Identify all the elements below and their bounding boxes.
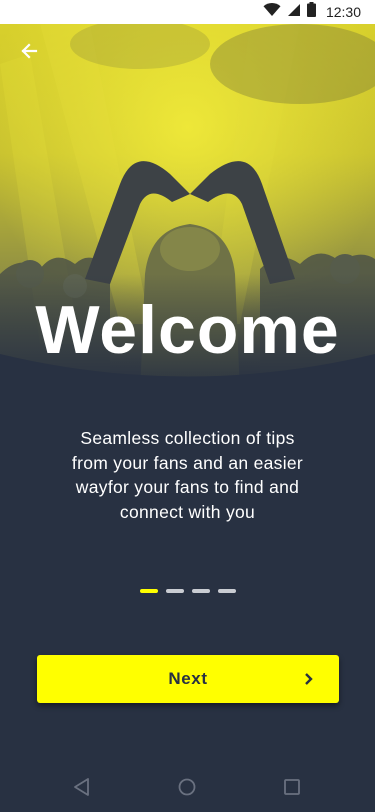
status-time: 12:30 xyxy=(325,4,361,20)
back-button[interactable] xyxy=(16,38,42,64)
page-dot[interactable] xyxy=(192,589,210,593)
back-triangle-icon[interactable] xyxy=(71,776,93,798)
chevron-right-icon xyxy=(305,673,313,685)
cellular-signal-icon xyxy=(287,3,301,22)
page-dot-active[interactable] xyxy=(140,589,158,593)
page-dot[interactable] xyxy=(166,589,184,593)
status-icons: 12:30 xyxy=(263,0,361,24)
wifi-icon xyxy=(263,2,281,22)
next-button-label: Next xyxy=(168,669,208,688)
status-bar: 12:30 xyxy=(0,0,375,24)
page-indicator xyxy=(140,589,236,593)
description-line: wayfor your fans to find and xyxy=(75,477,300,497)
recents-square-icon[interactable] xyxy=(281,776,303,798)
battery-icon xyxy=(306,2,316,22)
app-screen: 12:30 Welcome Seamless collection of tip… xyxy=(0,0,375,812)
next-button[interactable]: Next xyxy=(37,655,339,703)
navigation-bar xyxy=(0,760,375,812)
home-circle-icon[interactable] xyxy=(176,776,198,798)
description-text: Seamless collection of tips from your fa… xyxy=(55,426,320,524)
arrow-left-icon xyxy=(21,43,38,59)
welcome-title: Welcome xyxy=(35,292,340,368)
description-line: from your fans and an easier xyxy=(71,452,304,473)
page-dot[interactable] xyxy=(218,589,236,593)
description-line: Seamless collection of tips xyxy=(80,428,295,448)
description-line: connect with you xyxy=(119,501,256,522)
